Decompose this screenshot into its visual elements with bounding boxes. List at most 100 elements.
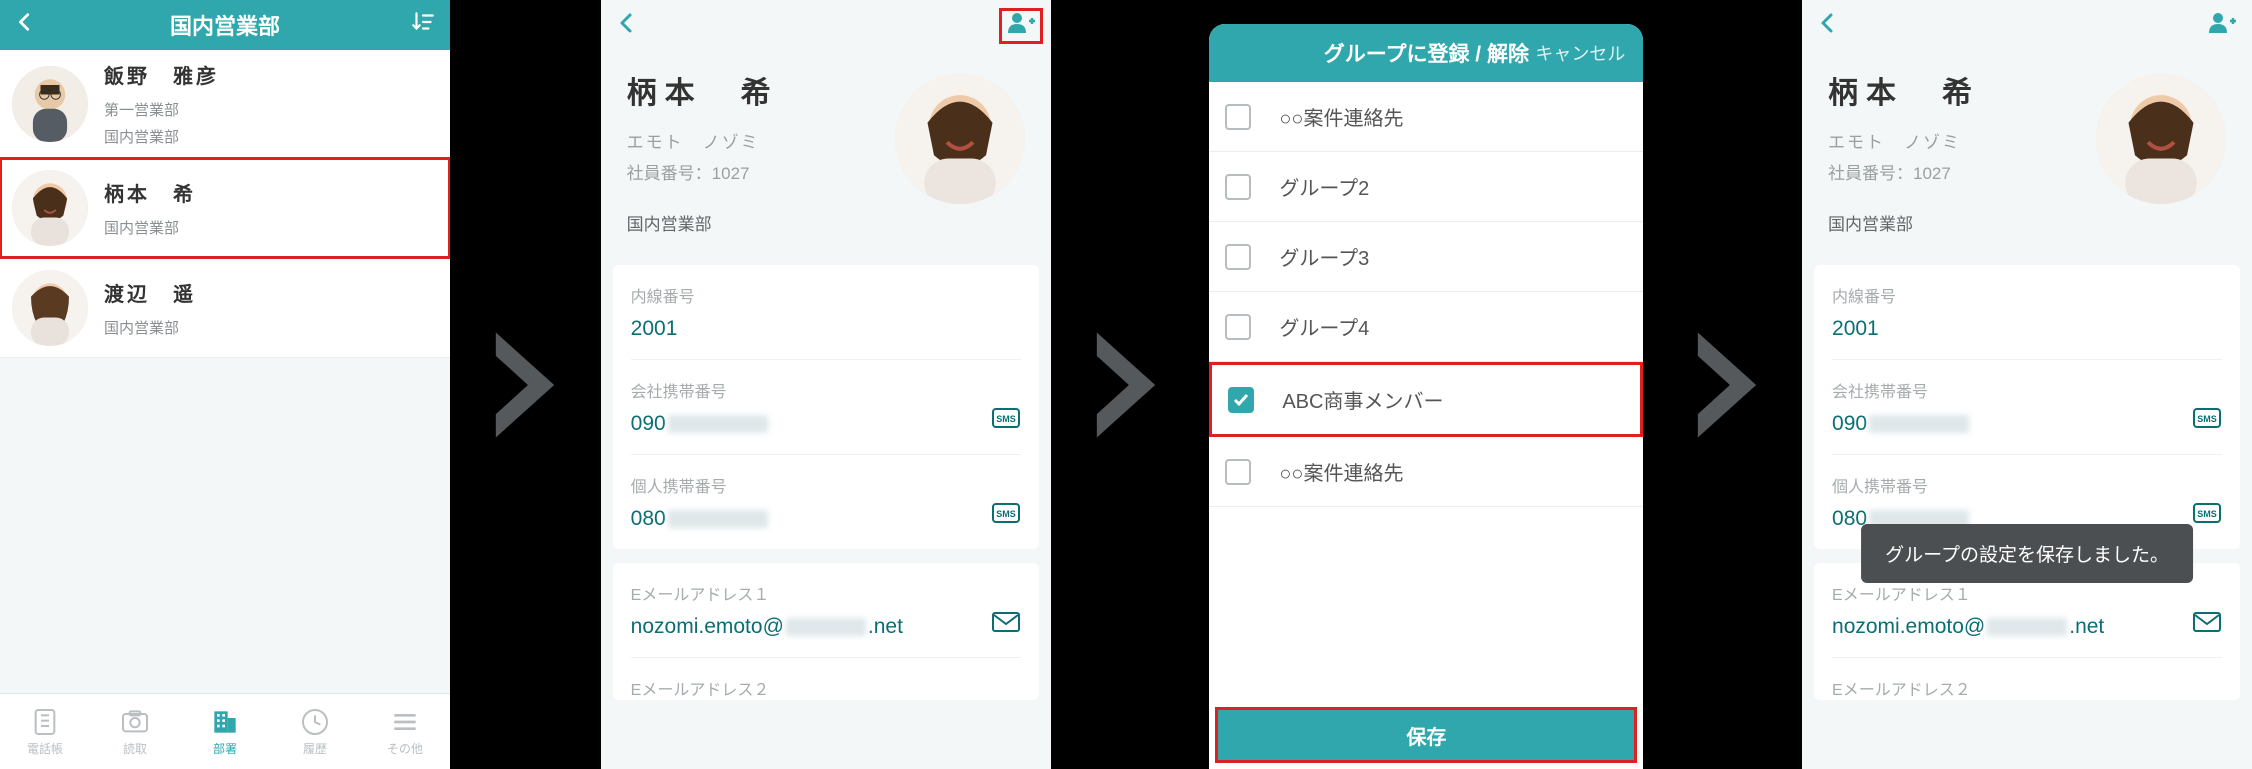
group-label: ○○案件連絡先 [1279,102,1403,131]
detail-header [601,0,1051,50]
group-item[interactable]: グループ4 [1209,292,1643,362]
save-button[interactable]: 保存 [1215,707,1637,763]
group-item[interactable]: グループ2 [1209,152,1643,222]
profile-kana: エモト ノゾミ [1828,128,1980,153]
tab-history[interactable]: 履歴 [270,694,360,769]
save-label: 保存 [1406,721,1446,750]
sms-icon[interactable]: SMS [2192,502,2222,531]
profile-kana: エモト ノゾミ [627,128,779,153]
info-label: 内線番号 [631,283,1021,307]
info-label: 会社携帯番号 [1832,378,2222,402]
contact-text: 飯野 雅彦 第一営業部 国内営業部 [104,60,219,147]
group-item[interactable]: ○○案件連絡先 [1209,437,1643,507]
info-row-email1[interactable]: Eメールアドレス１ nozomi.emoto@.net [631,563,1021,658]
avatar-large [2096,74,2226,204]
screen-contact-list: 国内営業部 飯野 雅彦 第一営業部 国内営業部 柄本 希 国内営業部 渡辺 遥 … [0,0,450,769]
info-row-email2[interactable]: Eメールアドレス２ [631,658,1021,700]
profile-name: 柄本 希 [1828,68,1980,112]
back-arrow-icon[interactable] [615,11,639,40]
info-card-emails: Eメールアドレス１ nozomi.emoto@.net Eメールアドレス２ [1814,563,2240,700]
avatar-large [895,74,1025,204]
info-label: Eメールアドレス２ [1832,676,2222,700]
contact-row[interactable]: 渡辺 遥 国内営業部 [0,258,450,358]
info-value: 2001 [1832,317,2222,341]
checkbox-icon[interactable] [1228,387,1254,413]
info-row-extension[interactable]: 内線番号 2001 [1832,265,2222,360]
info-row-extension[interactable]: 内線番号 2001 [631,265,1021,360]
sms-icon[interactable]: SMS [2192,407,2222,436]
toast: グループの設定を保存しました。 [1861,524,2193,583]
info-card-phones: 内線番号 2001 会社携帯番号 090 SMS 個人携帯番号 080 SMS [1814,265,2240,549]
mail-icon[interactable] [2192,610,2222,639]
contact-text: 渡辺 遥 国内営業部 [104,278,196,338]
header-bar: 国内営業部 [0,0,450,50]
step-chevron-icon [1051,330,1202,440]
svg-text:SMS: SMS [2197,509,2217,519]
sms-icon[interactable]: SMS [991,407,1021,436]
checkbox-icon[interactable] [1225,459,1251,485]
info-value: 080 [631,507,1021,531]
tab-other[interactable]: その他 [360,694,450,769]
info-value: 090 [1832,412,2222,436]
back-arrow-icon[interactable] [14,11,36,39]
sort-icon[interactable] [410,9,436,41]
group-label: ABC商事メンバー [1282,385,1443,414]
contact-text: 柄本 希 国内営業部 [104,178,196,238]
info-row-personal-mobile[interactable]: 個人携帯番号 080 SMS [631,455,1021,549]
contact-row[interactable]: 飯野 雅彦 第一営業部 国内営業部 [0,50,450,158]
info-value: 090 [631,412,1021,436]
avatar [12,270,88,346]
tab-label: 電話帳 [27,740,63,757]
info-card-phones: 内線番号 2001 会社携帯番号 090 SMS 個人携帯番号 080 SMS [613,265,1039,549]
info-label: 会社携帯番号 [631,378,1021,402]
profile-empno: 社員番号：1027 [627,159,779,184]
contact-name: 渡辺 遥 [104,278,196,307]
checkbox-icon[interactable] [1225,314,1251,340]
tab-phonebook[interactable]: 電話帳 [0,694,90,769]
info-label: 個人携帯番号 [1832,473,2222,497]
avatar [12,170,88,246]
checkbox-icon[interactable] [1225,244,1251,270]
back-arrow-icon[interactable] [1816,11,1840,40]
info-label: Eメールアドレス１ [1832,581,2222,605]
header-title: 国内営業部 [170,9,280,41]
tab-label: 部署 [213,740,237,757]
tab-label: 読取 [123,740,147,757]
toast-text: グループの設定を保存しました。 [1885,545,2169,566]
group-label: ○○案件連絡先 [1279,457,1403,486]
group-label: グループ3 [1279,242,1369,271]
contact-sub2: 国内営業部 [104,126,219,147]
mail-icon[interactable] [991,610,1021,639]
tab-scan[interactable]: 読取 [90,694,180,769]
group-item-highlighted[interactable]: ABC商事メンバー [1209,362,1643,437]
svg-text:SMS: SMS [996,414,1016,424]
info-label: Eメールアドレス１ [631,581,1021,605]
info-value: 2001 [631,317,1021,341]
info-card-emails: Eメールアドレス１ nozomi.emoto@.net Eメールアドレス２ [613,563,1039,700]
checkbox-icon[interactable] [1225,174,1251,200]
add-person-icon[interactable] [1007,11,1037,40]
detail-header [1802,0,2252,50]
info-label: 内線番号 [1832,283,2222,307]
contact-row-highlighted[interactable]: 柄本 希 国内営業部 [0,158,450,258]
group-list: ○○案件連絡先 グループ2 グループ3 グループ4 ABC商事メンバー ○○案件… [1209,82,1643,707]
sms-icon[interactable]: SMS [991,502,1021,531]
tab-department[interactable]: 部署 [180,694,270,769]
add-person-icon[interactable] [2208,11,2238,40]
group-item[interactable]: グループ3 [1209,222,1643,292]
profile-block: 柄本 希 エモト ノゾミ 社員番号：1027 国内営業部 [1802,50,2252,265]
info-label: Eメールアドレス２ [631,676,1021,700]
info-row-email2[interactable]: Eメールアドレス２ [1832,658,2222,700]
info-row-company-mobile[interactable]: 会社携帯番号 090 SMS [631,360,1021,455]
step-chevron-icon [450,330,601,440]
svg-text:SMS: SMS [2197,414,2217,424]
checkbox-icon[interactable] [1225,104,1251,130]
profile-block: 柄本 希 エモト ノゾミ 社員番号：1027 国内営業部 [601,50,1051,265]
contact-name: 柄本 希 [104,178,196,207]
info-row-company-mobile[interactable]: 会社携帯番号 090 SMS [1832,360,2222,455]
group-item[interactable]: ○○案件連絡先 [1209,82,1643,152]
tab-label: 履歴 [303,740,327,757]
tab-bar: 電話帳 読取 部署 履歴 その他 [0,693,450,769]
cancel-button[interactable]: キャンセル [1535,40,1625,66]
info-value: nozomi.emoto@.net [631,615,1021,639]
